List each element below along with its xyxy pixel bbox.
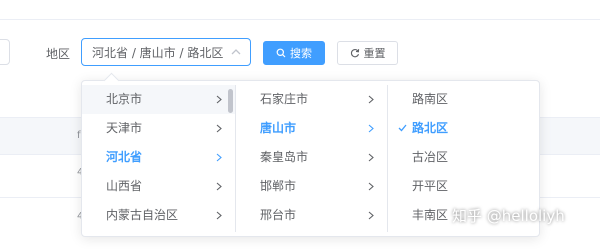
top-divider	[0, 19, 600, 20]
cascader-node-district[interactable]: 古冶区	[388, 143, 539, 172]
cascader-node-district[interactable]: 路南区	[388, 85, 539, 114]
cascader-node-province[interactable]: 山西省	[82, 172, 235, 201]
chevron-right-icon	[368, 153, 374, 162]
cascader-node-city[interactable]: 石家庄市	[236, 85, 387, 114]
chevron-right-icon	[216, 182, 222, 191]
check-icon	[398, 124, 407, 132]
reset-button[interactable]: 重置	[337, 41, 398, 65]
chevron-right-icon	[368, 95, 374, 104]
node-label: 古冶区	[412, 150, 449, 164]
chevron-right-icon	[216, 95, 222, 104]
search-button-label: 搜索	[290, 47, 312, 60]
chevron-up-icon[interactable]	[230, 46, 242, 58]
node-label: 山西省	[106, 179, 143, 193]
node-label: 天津市	[106, 121, 143, 135]
cascader-node-city[interactable]: 唐山市	[236, 114, 387, 143]
cascader-node-province[interactable]: 内蒙古自治区	[82, 201, 235, 230]
node-label: 石家庄市	[260, 92, 309, 106]
region-label: 地区	[46, 47, 71, 61]
chevron-right-icon	[216, 153, 222, 162]
cascader-value: 河北省 / 唐山市 / 路北区	[92, 45, 224, 60]
reset-button-label: 重置	[363, 47, 386, 60]
node-label: 北京市	[106, 92, 143, 106]
menu-scrollbar[interactable]	[228, 89, 233, 113]
refresh-icon	[350, 49, 359, 58]
node-label: 开平区	[412, 179, 449, 193]
search-button[interactable]: 搜索	[263, 41, 325, 65]
node-label: 丰南区	[412, 208, 449, 222]
cascader-node-province[interactable]: 北京市	[82, 85, 235, 114]
cascader-node-city[interactable]: 邢台市	[236, 201, 387, 230]
province-menu[interactable]: 北京市 天津市 河北省 山西省 内蒙古自治区	[82, 85, 236, 232]
cascader-node-district[interactable]: 开平区	[388, 172, 539, 201]
cascader-node-district[interactable]: 路北区	[388, 114, 539, 143]
region-cascader-input[interactable]: 河北省 / 唐山市 / 路北区	[81, 38, 251, 66]
chevron-right-icon	[368, 211, 374, 220]
cascader-node-province[interactable]: 河北省	[82, 143, 235, 172]
chevron-right-icon	[216, 124, 222, 133]
chevron-right-icon	[368, 124, 374, 133]
table-header-cell: f	[77, 130, 81, 141]
node-label: 秦皇岛市	[260, 150, 309, 164]
node-label: 邯郸市	[260, 179, 297, 193]
node-label: 唐山市	[260, 121, 297, 135]
previous-filter-input[interactable]	[0, 39, 10, 65]
cascader-node-city[interactable]: 邯郸市	[236, 172, 387, 201]
chevron-right-icon	[368, 182, 374, 191]
node-label: 河北省	[106, 150, 143, 164]
node-label: 路北区	[412, 121, 449, 135]
cascader-node-province[interactable]: 天津市	[82, 114, 235, 143]
chevron-right-icon	[216, 211, 222, 220]
search-icon	[276, 48, 286, 58]
node-label: 路南区	[412, 92, 449, 106]
node-label: 邢台市	[260, 208, 297, 222]
cascader-node-city[interactable]: 秦皇岛市	[236, 143, 387, 172]
city-menu[interactable]: 石家庄市 唐山市 秦皇岛市 邯郸市 邢台市	[236, 85, 388, 232]
node-label: 内蒙古自治区	[106, 208, 179, 222]
watermark: 知乎 @helloliyh	[452, 207, 565, 225]
